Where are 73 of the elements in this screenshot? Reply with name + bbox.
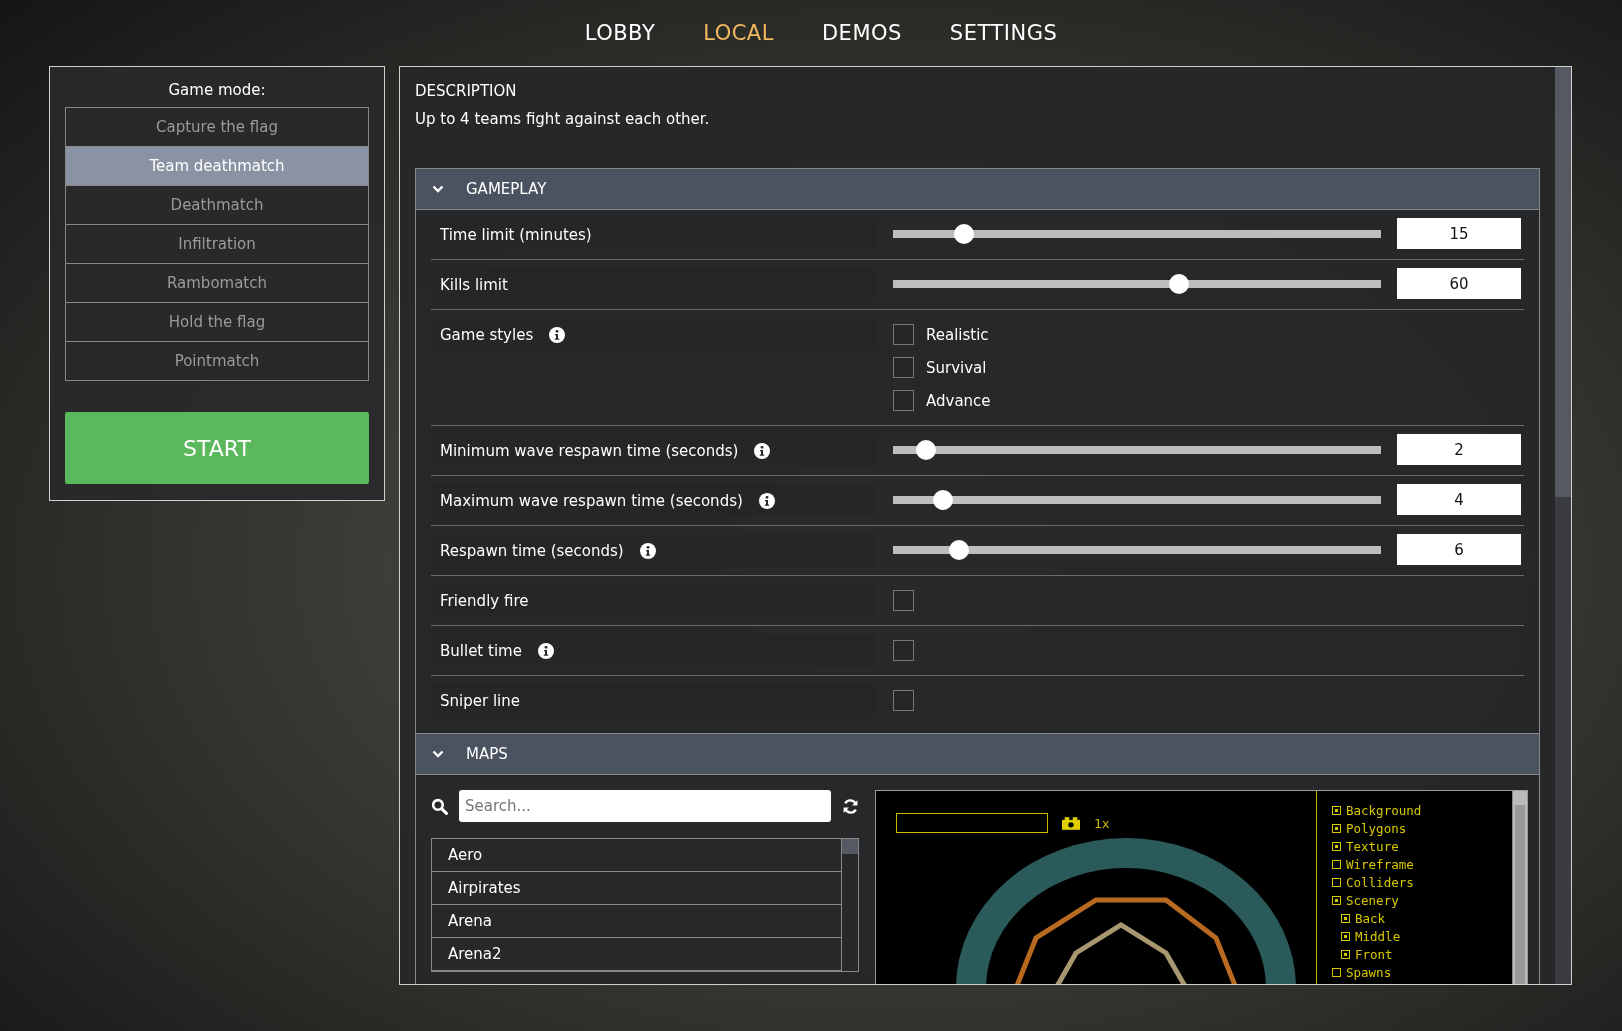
- checkbox[interactable]: [893, 640, 914, 661]
- setting-label-text: Friendly fire: [440, 591, 529, 610]
- value-field[interactable]: 15: [1397, 218, 1521, 249]
- nav-tab[interactable]: LOBBY: [584, 21, 656, 45]
- game-mode-title: Game mode:: [167, 81, 267, 99]
- setting-label-text: Respawn time (seconds): [440, 541, 624, 560]
- checkbox[interactable]: [893, 390, 914, 411]
- slider-thumb[interactable]: [916, 440, 937, 460]
- search-icon: [431, 797, 448, 815]
- layer-label: Middle: [1355, 928, 1401, 944]
- chevron-icon: [432, 185, 444, 193]
- value-field[interactable]: 4: [1397, 484, 1521, 515]
- info-icon[interactable]: [758, 492, 775, 509]
- info-icon[interactable]: [549, 326, 566, 343]
- checkbox[interactable]: [893, 590, 914, 611]
- zoom-level: 1x: [1094, 815, 1110, 831]
- info-icon[interactable]: [639, 542, 656, 559]
- section-header[interactable]: GAMEPLAY: [416, 169, 1539, 210]
- slider-thumb[interactable]: [1169, 274, 1190, 294]
- value-field[interactable]: 6: [1397, 534, 1521, 565]
- layer-checkbox[interactable]: [1332, 877, 1341, 887]
- setting-label-text: Minimum wave respawn time (seconds): [440, 441, 739, 460]
- slider-thumb[interactable]: [953, 224, 974, 244]
- scrollbar-thumb[interactable]: [1555, 67, 1571, 497]
- layer-checkbox[interactable]: [1332, 967, 1341, 977]
- layer-label: Texture: [1346, 838, 1399, 854]
- scrollbar-thumb[interactable]: [842, 839, 858, 854]
- camera-icon[interactable]: [1062, 816, 1080, 830]
- value-field[interactable]: 2: [1397, 434, 1521, 465]
- setting-label-text: Game styles: [440, 325, 534, 344]
- slider-thumb[interactable]: [949, 540, 970, 560]
- info-icon[interactable]: [754, 442, 771, 459]
- layer-checkbox[interactable]: [1341, 949, 1350, 959]
- setting-label-text: Sniper line: [440, 691, 520, 710]
- info-icon[interactable]: [537, 642, 554, 659]
- search-field[interactable]: Search...: [459, 790, 831, 822]
- layer-label: Back: [1355, 910, 1386, 926]
- layer-label: Wireframe: [1346, 856, 1414, 872]
- setting-label-text: Time limit (minutes): [440, 225, 592, 244]
- layer-label: Spawns: [1346, 964, 1392, 980]
- layer-checkbox[interactable]: [1332, 841, 1341, 851]
- chevron-icon: [432, 750, 444, 758]
- layer-label: Background: [1346, 802, 1422, 818]
- layer-checkbox[interactable]: [1341, 931, 1350, 941]
- setting-label-text: Kills limit: [440, 275, 508, 294]
- layer-checkbox[interactable]: [1341, 913, 1350, 923]
- value-field[interactable]: 60: [1397, 268, 1521, 299]
- refresh-icon[interactable]: [842, 797, 859, 815]
- description-heading: DESCRIPTION: [415, 82, 518, 100]
- layer-checkbox[interactable]: [1332, 859, 1341, 869]
- layer-label: Scenery: [1346, 892, 1399, 908]
- slider-thumb[interactable]: [932, 490, 953, 510]
- map-name-field[interactable]: [896, 813, 1048, 833]
- nav-tab[interactable]: LOCAL: [703, 21, 774, 45]
- layer-checkbox[interactable]: [1332, 895, 1341, 905]
- checkbox-label: Survival: [926, 358, 987, 377]
- section-header[interactable]: MAPS: [416, 734, 1539, 775]
- setting-label-text: Maximum wave respawn time (seconds): [440, 491, 743, 510]
- setting-label-text: Bullet time: [440, 641, 522, 660]
- checkbox[interactable]: [893, 324, 914, 345]
- scrollbar-thumb[interactable]: [1515, 805, 1525, 984]
- layer-checkbox[interactable]: [1332, 823, 1341, 833]
- nav-tab[interactable]: SETTINGS: [949, 21, 1058, 45]
- checkbox[interactable]: [893, 357, 914, 378]
- checkbox[interactable]: [893, 690, 914, 711]
- layer-label: Front: [1355, 946, 1393, 962]
- nav-tab[interactable]: DEMOS: [821, 21, 902, 45]
- layer-label: Polygons: [1346, 820, 1407, 836]
- layer-label: Colliders: [1346, 874, 1414, 890]
- layer-checkbox[interactable]: [1332, 805, 1341, 815]
- description-text: Up to 4 teams fight against each other.: [415, 110, 711, 128]
- checkbox-label: Realistic: [926, 325, 989, 344]
- checkbox-label: Advance: [926, 391, 991, 410]
